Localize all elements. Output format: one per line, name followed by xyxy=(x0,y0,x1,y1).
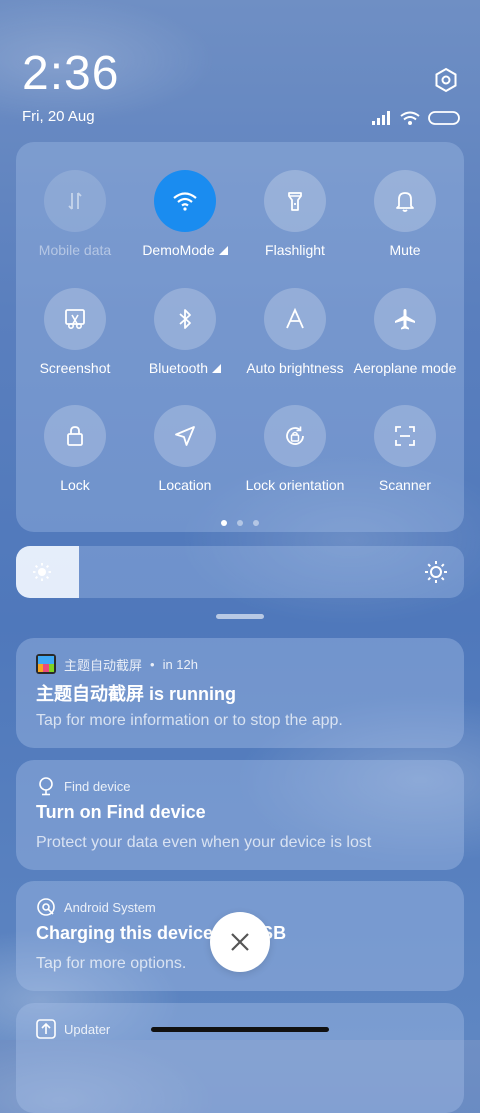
page-indicator xyxy=(16,520,464,526)
tile-bluetooth[interactable]: Bluetooth xyxy=(130,288,240,376)
tile-label: Scanner xyxy=(378,477,432,493)
tile-auto-brightness[interactable]: Auto brightness xyxy=(240,288,350,376)
tile-label: Location xyxy=(158,477,212,493)
android-system-icon xyxy=(37,898,55,916)
tile-location[interactable]: Location xyxy=(130,405,240,493)
tile-demomode[interactable]: DemoMode xyxy=(130,170,240,258)
lock-icon xyxy=(67,426,83,446)
tile-label: Flashlight xyxy=(265,242,325,258)
notification-app-name: Find device xyxy=(64,778,131,794)
brightness-slider[interactable] xyxy=(16,546,464,598)
notification-app-name: 主题自动截屏 xyxy=(64,657,143,673)
quick-settings-panel: Mobile data DemoMode Flashlight Mute Scr… xyxy=(16,142,464,532)
tile-mute[interactable]: Mute xyxy=(350,170,460,258)
settings-button[interactable] xyxy=(432,66,460,94)
tile-label: Lock orientation xyxy=(245,477,345,493)
home-indicator[interactable] xyxy=(151,1027,329,1032)
expand-triangle-icon xyxy=(212,364,222,373)
tile-lock[interactable]: Lock xyxy=(20,405,130,493)
sun-small-icon xyxy=(33,563,51,581)
status-icons xyxy=(372,108,460,128)
settings-hexagon-icon xyxy=(435,67,457,93)
airplane-icon xyxy=(395,309,415,330)
app-image-icon xyxy=(36,654,56,674)
tile-label: Bluetooth xyxy=(148,360,209,376)
notification-header: 主题自动截屏 • in 12h xyxy=(36,654,198,674)
tile-label: Mute xyxy=(389,242,421,258)
rotation-lock-icon xyxy=(286,426,304,445)
page-dot xyxy=(237,520,243,526)
notification-app-name: Android System xyxy=(64,899,156,915)
notification-card[interactable]: Find device Turn on Find device Protect … xyxy=(16,760,464,870)
sun-large-icon xyxy=(425,561,447,583)
notification-text: Protect your data even when your device … xyxy=(36,834,372,851)
wifi-icon xyxy=(173,192,197,211)
bluetooth-icon xyxy=(179,309,191,329)
find-device-icon xyxy=(39,777,53,796)
notification-time: in 12h xyxy=(162,656,198,672)
date-label: Fri, 20 Aug xyxy=(22,108,95,125)
flashlight-icon xyxy=(288,192,302,211)
tile-label: Auto brightness xyxy=(246,360,344,376)
clear-notifications-button[interactable] xyxy=(210,912,270,972)
notification-card[interactable]: Updater xyxy=(16,1003,464,1113)
signal-bars-icon xyxy=(372,111,390,125)
auto-brightness-icon xyxy=(286,307,304,329)
tile-label: Mobile data xyxy=(38,242,112,258)
clock-time: 2:36 xyxy=(22,47,120,100)
notification-card[interactable]: 主题自动截屏 • in 12h 主题自动截屏 is running Tap fo… xyxy=(16,638,464,748)
tile-label: Aeroplane mode xyxy=(353,360,457,376)
tile-screenshot[interactable]: Screenshot xyxy=(20,288,130,376)
page-dot xyxy=(221,520,227,526)
notification-title: 主题自动截屏 is running xyxy=(36,684,236,704)
tile-mobile-data[interactable]: Mobile data xyxy=(20,170,130,258)
page-dot xyxy=(253,520,259,526)
notification-text: Tap for more information or to stop the … xyxy=(36,712,343,729)
notification-header: Find device xyxy=(36,776,130,796)
tile-label: Lock xyxy=(60,477,90,493)
drag-handle[interactable] xyxy=(216,614,264,619)
notification-app-name: Updater xyxy=(64,1021,111,1037)
wifi-icon xyxy=(400,111,420,125)
expand-triangle-icon xyxy=(218,246,228,255)
tile-label: DemoMode xyxy=(142,242,215,258)
tile-flashlight[interactable]: Flashlight xyxy=(240,170,350,258)
notification-title: Turn on Find device xyxy=(36,802,206,822)
tile-lock-orientation[interactable]: Lock orientation xyxy=(240,405,350,493)
close-icon xyxy=(231,933,249,951)
bell-icon xyxy=(396,192,414,212)
tile-aeroplane-mode[interactable]: Aeroplane mode xyxy=(350,288,460,376)
battery-icon xyxy=(428,111,460,125)
tile-label: Screenshot xyxy=(39,360,111,376)
tile-scanner[interactable]: Scanner xyxy=(350,405,460,493)
notification-header: Updater xyxy=(36,1019,110,1039)
updater-icon xyxy=(36,1019,56,1039)
notification-header: Android System xyxy=(36,897,156,917)
header-separator: • xyxy=(150,656,155,672)
mobile-data-icon xyxy=(68,192,82,210)
location-arrow-icon xyxy=(175,426,195,446)
screenshot-icon xyxy=(65,309,85,329)
scanner-icon xyxy=(395,426,415,446)
notification-text: Tap for more options. xyxy=(36,955,187,972)
